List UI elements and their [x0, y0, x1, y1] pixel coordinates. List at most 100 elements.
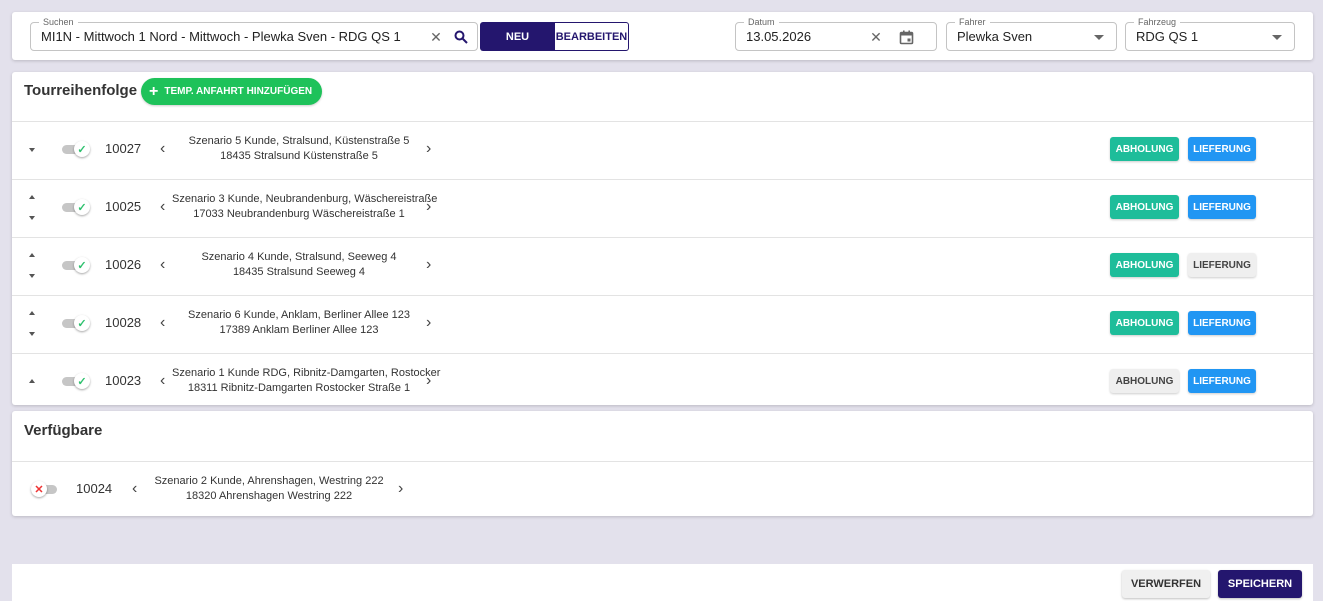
chevron-down-icon[interactable]	[1268, 28, 1286, 46]
chevron-right-icon[interactable]: ›	[426, 315, 431, 331]
address-line-1: Szenario 1 Kunde RDG, Ribnitz-Damgarten,…	[172, 367, 441, 379]
chevron-left-icon[interactable]: ‹	[160, 141, 165, 157]
move-down-icon[interactable]	[29, 274, 35, 278]
stop-address: Szenario 3 Kunde, Neubrandenburg, Wäsche…	[172, 192, 437, 222]
pickup-toggle-button[interactable]: ABHOLUNG	[1110, 369, 1179, 393]
add-temp-stop-button[interactable]: + TEMP. ANFAHRT HINZUFÜGEN	[141, 78, 323, 105]
delivery-toggle-button[interactable]: LIEFERUNG	[1188, 195, 1256, 219]
delivery-toggle-button[interactable]: LIEFERUNG	[1188, 369, 1256, 393]
chevron-left-icon[interactable]: ‹	[132, 481, 137, 497]
move-up-icon[interactable]	[29, 311, 35, 315]
move-down-icon[interactable]	[29, 332, 35, 336]
stop-id: 10026	[105, 257, 142, 272]
reorder-controls	[26, 354, 40, 409]
stop-id: 10025	[105, 199, 142, 214]
tour-order-section: Tourreihenfolge + TEMP. ANFAHRT HINZUFÜG…	[12, 72, 1313, 405]
active-toggle[interactable]: ✓	[62, 257, 90, 273]
tour-row: ✓ 10025 ‹ Szenario 3 Kunde, Neubrandenburg,…	[12, 180, 1313, 237]
chevron-right-icon[interactable]: ›	[426, 199, 431, 215]
move-up-icon[interactable]	[29, 195, 35, 199]
chevron-right-icon[interactable]: ›	[426, 373, 431, 389]
stop-address: Szenario 1 Kunde RDG, Ribnitz-Damgarten,…	[172, 366, 441, 396]
clear-icon[interactable]: ✕	[427, 28, 445, 46]
stop-address: Szenario 2 Kunde, Ahrenshagen, Westring …	[142, 474, 396, 504]
calendar-icon[interactable]	[897, 28, 915, 46]
check-icon: ✓	[74, 373, 90, 389]
chevron-right-icon[interactable]: ›	[398, 481, 403, 497]
plus-icon: +	[149, 82, 159, 100]
search-field-label: Suchen	[39, 16, 78, 28]
delivery-toggle-button[interactable]: LIEFERUNG	[1188, 253, 1256, 277]
move-up-icon[interactable]	[29, 379, 35, 383]
search-input[interactable]: MI1N - Mittwoch 1 Nord - Mittwoch - Plew…	[41, 29, 401, 44]
address-line-2: 17033 Neubrandenburg Wäschereistraße 1	[193, 208, 405, 220]
edit-button[interactable]: BEARBEITEN	[554, 22, 629, 51]
add-temp-stop-label: TEMP. ANFAHRT HINZUFÜGEN	[164, 86, 313, 97]
search-icon[interactable]	[452, 28, 470, 46]
chevron-left-icon[interactable]: ‹	[160, 257, 165, 273]
address-line-2: 18435 Stralsund Küstenstraße 5	[220, 150, 378, 162]
move-down-icon[interactable]	[29, 148, 35, 152]
chevron-right-icon[interactable]: ›	[426, 257, 431, 273]
save-button[interactable]: SPEICHERN	[1218, 570, 1302, 598]
chevron-left-icon[interactable]: ‹	[160, 373, 165, 389]
address-line-2: 18435 Stralsund Seeweg 4	[232, 266, 366, 278]
active-toggle[interactable]: ✕	[31, 481, 59, 497]
address-line-1: Szenario 4 Kunde, Stralsund, Seeweg 4	[201, 251, 397, 263]
pickup-toggle-button[interactable]: ABHOLUNG	[1110, 311, 1179, 335]
driver-select-label: Fahrer	[955, 16, 990, 28]
active-toggle[interactable]: ✓	[62, 373, 90, 389]
clear-icon[interactable]: ✕	[867, 28, 885, 46]
footer-bar: VERWERFEN SPEICHERN	[12, 564, 1313, 601]
close-icon: ✕	[31, 481, 47, 497]
tour-row: ✓ 10026 ‹ Szenario 4 Kunde, Stralsund, Seew…	[12, 238, 1313, 295]
pickup-toggle-button[interactable]: ABHOLUNG	[1110, 195, 1179, 219]
stop-id: 10023	[105, 373, 142, 388]
vehicle-select-label: Fahrzeug	[1134, 16, 1181, 28]
driver-select[interactable]: Fahrer Plewka Sven	[946, 16, 1117, 51]
chevron-left-icon[interactable]: ‹	[160, 199, 165, 215]
date-field[interactable]: Datum 13.05.2026 ✕	[735, 16, 937, 51]
check-icon: ✓	[74, 315, 90, 331]
address-line-2: 17389 Anklam Berliner Allee 123	[219, 324, 379, 336]
section-title: Tourreihenfolge	[24, 82, 138, 99]
section-title: Verfügbare	[24, 422, 103, 439]
available-section: Verfügbare ✕ 10024 ‹ Szenario 2 Kunde, Ahre…	[12, 411, 1313, 516]
tour-row: ✓ 10023 ‹ Szenario 1 Kunde RDG, Ribnitz-Dam…	[12, 354, 1313, 409]
vehicle-select-value: RDG QS 1	[1136, 29, 1199, 44]
active-toggle[interactable]: ✓	[62, 199, 90, 215]
stop-address: Szenario 6 Kunde, Anklam, Berliner Allee…	[172, 308, 426, 338]
chevron-left-icon[interactable]: ‹	[160, 315, 165, 331]
stop-id: 10024	[76, 481, 113, 496]
delivery-toggle-button[interactable]: LIEFERUNG	[1188, 311, 1256, 335]
delivery-toggle-button[interactable]: LIEFERUNG	[1188, 137, 1256, 161]
tour-row: ✓ 10027 ‹ Szenario 5 Kunde, Stralsund, Küst…	[12, 122, 1313, 179]
move-up-icon[interactable]	[29, 253, 35, 257]
address-line-1: Szenario 5 Kunde, Stralsund, Küstenstraß…	[188, 135, 410, 147]
pickup-toggle-button[interactable]: ABHOLUNG	[1110, 137, 1179, 161]
check-icon: ✓	[74, 257, 90, 273]
reorder-controls	[26, 296, 40, 353]
active-toggle[interactable]: ✓	[62, 141, 90, 157]
stop-address: Szenario 5 Kunde, Stralsund, Küstenstraß…	[172, 134, 426, 164]
date-input[interactable]: 13.05.2026	[746, 29, 811, 44]
active-toggle[interactable]: ✓	[62, 315, 90, 331]
stop-address: Szenario 4 Kunde, Stralsund, Seeweg 4 184…	[172, 250, 426, 280]
filter-bar: Suchen MI1N - Mittwoch 1 Nord - Mittwoch…	[12, 12, 1313, 60]
chevron-down-icon[interactable]	[1090, 28, 1108, 46]
date-field-label: Datum	[744, 16, 779, 28]
address-line-2: 18311 Ribnitz-Damgarten Rostocker Straße…	[187, 382, 411, 394]
new-button[interactable]: NEU	[480, 22, 555, 51]
reorder-controls	[26, 180, 40, 237]
stop-id: 10027	[105, 141, 142, 156]
driver-select-value: Plewka Sven	[957, 29, 1033, 44]
search-field[interactable]: Suchen MI1N - Mittwoch 1 Nord - Mittwoch…	[30, 16, 478, 51]
vehicle-select[interactable]: Fahrzeug RDG QS 1	[1125, 16, 1295, 51]
discard-button[interactable]: VERWERFEN	[1122, 570, 1210, 598]
reorder-controls	[26, 238, 40, 295]
address-line-1: Szenario 6 Kunde, Anklam, Berliner Allee…	[188, 309, 410, 321]
chevron-right-icon[interactable]: ›	[426, 141, 431, 157]
reorder-controls	[26, 122, 40, 179]
move-down-icon[interactable]	[29, 216, 35, 220]
pickup-toggle-button[interactable]: ABHOLUNG	[1110, 253, 1179, 277]
